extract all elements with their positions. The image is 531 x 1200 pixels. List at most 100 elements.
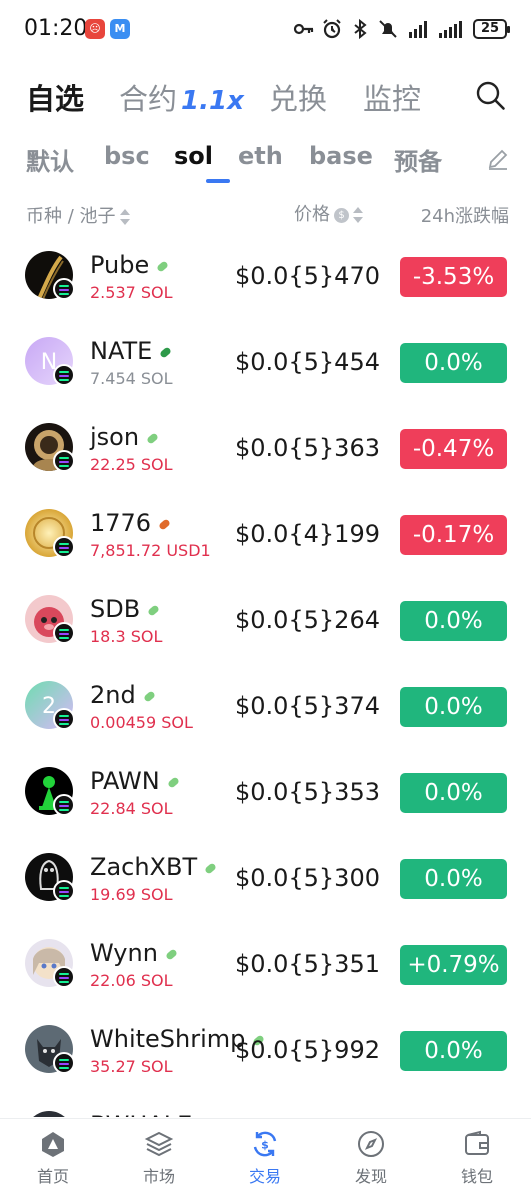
header-price: 价格 <box>294 204 330 225</box>
token-row[interactable]: ZachXBT 19.69 SOL $0.0{5}300 0.0% <box>0 835 531 921</box>
chain-tab-sol[interactable]: sol <box>174 142 213 170</box>
change-badge: 0.0% <box>400 601 507 641</box>
token-name: json <box>90 423 160 451</box>
chain-tab-bsc[interactable]: bsc <box>104 142 150 170</box>
token-name: Wynn <box>90 939 179 967</box>
token-row[interactable]: N NATE 7.454 SOL $0.0{5}454 0.0% <box>0 319 531 405</box>
change-badge: 0.0% <box>400 687 507 727</box>
chain-tabs: 默认 bsc sol eth base 预备 <box>26 138 511 188</box>
token-symbol: 1776 <box>90 509 152 537</box>
nav-market[interactable]: 市场 <box>124 1129 194 1187</box>
tab-watchlist[interactable]: 自选 <box>26 76 84 118</box>
token-symbol: Pube <box>90 251 150 279</box>
change-badge: 0.0% <box>400 343 507 383</box>
compass-icon <box>358 1131 384 1157</box>
pool-liquidity: 7,851.72 USD1 <box>90 541 211 560</box>
token-price: $0.0{5}992 <box>234 1036 380 1064</box>
header-coin-pool: 币种 / 池子 <box>26 206 116 227</box>
token-name: ZachXBT <box>90 853 218 881</box>
solana-chain-icon <box>53 708 75 730</box>
token-row[interactable]: Wynn 22.06 SOL $0.0{5}351 +0.79% <box>0 921 531 1007</box>
change-badge: 0.0% <box>400 773 507 813</box>
token-price: $0.0{5}363 <box>234 434 380 462</box>
sort-coin-pool[interactable]: 币种 / 池子 <box>26 202 130 228</box>
change-badge: -0.47% <box>400 429 507 469</box>
pill-tag-icon <box>205 863 216 873</box>
change-badge: -0.17% <box>400 515 507 555</box>
chain-tab-base[interactable]: base <box>309 142 373 170</box>
header-24h-change[interactable]: 24h涨跌幅 <box>421 202 509 228</box>
change-badge: -3.53% <box>400 257 507 297</box>
status-time: 01:20 <box>24 16 88 41</box>
token-row[interactable]: BWHALE <box>0 1093 531 1117</box>
pool-liquidity: 35.27 SOL <box>90 1057 173 1076</box>
sort-arrows-icon <box>353 207 363 223</box>
nav-trade[interactable]: $ 交易 <box>230 1129 300 1187</box>
pill-tag-icon <box>160 347 171 357</box>
token-avatar <box>25 1111 73 1117</box>
sort-price[interactable]: 价格 $ <box>294 200 363 226</box>
pill-tag-icon <box>157 261 168 271</box>
token-name: Pube <box>90 251 170 279</box>
status-bar: 01:20 ☹ M 25 <box>0 0 531 60</box>
nav-market-label: 市场 <box>142 1167 175 1186</box>
token-row[interactable]: SDB 18.3 SOL $0.0{5}264 0.0% <box>0 577 531 663</box>
currency-badge[interactable]: $ <box>334 207 349 223</box>
edit-icon[interactable] <box>485 146 511 172</box>
search-icon[interactable] <box>473 78 507 112</box>
swap-icon: $ <box>253 1131 277 1157</box>
nav-home[interactable]: 首页 <box>18 1129 88 1187</box>
bluetooth-icon <box>354 18 367 40</box>
nav-wallet[interactable]: 钱包 <box>442 1129 512 1187</box>
token-name: PAWN <box>90 767 181 795</box>
solana-chain-icon <box>53 536 75 558</box>
solana-chain-icon <box>53 622 75 644</box>
pool-liquidity: 22.06 SOL <box>90 971 173 990</box>
token-price: $0.0{4}199 <box>234 520 380 548</box>
nav-discover[interactable]: 发现 <box>336 1129 406 1187</box>
token-price: $0.0{5}351 <box>234 950 380 978</box>
notification-app-icon: M <box>110 19 130 39</box>
token-symbol: ZachXBT <box>90 853 198 881</box>
pill-tag-icon <box>147 433 158 443</box>
solana-chain-icon <box>53 450 75 472</box>
token-row[interactable]: json 22.25 SOL $0.0{5}363 -0.47% <box>0 405 531 491</box>
token-name: SDB <box>90 595 161 623</box>
whale-avatar <box>25 1111 73 1117</box>
token-symbol: PAWN <box>90 767 160 795</box>
layers-icon <box>144 1131 174 1157</box>
token-name: 2nd <box>90 681 157 709</box>
token-row[interactable]: 2 2nd 0.00459 SOL $0.0{5}374 0.0% <box>0 663 531 749</box>
token-price: $0.0{5}470 <box>234 262 380 290</box>
token-row[interactable]: 1776 7,851.72 USD1 $0.0{4}199 -0.17% <box>0 491 531 577</box>
solana-chain-icon <box>53 794 75 816</box>
nav-trade-label: 交易 <box>248 1167 281 1186</box>
solana-chain-icon <box>53 278 75 300</box>
token-price: $0.0{5}300 <box>234 864 380 892</box>
active-tab-indicator <box>206 179 230 183</box>
token-row[interactable]: WhiteShrimp 35.27 SOL $0.0{5}992 0.0% <box>0 1007 531 1093</box>
leverage-badge: 1.1x <box>181 86 244 116</box>
svg-text:$: $ <box>261 1139 269 1152</box>
chain-tab-default[interactable]: 默认 <box>26 142 74 177</box>
chain-tab-eth[interactable]: eth <box>238 142 283 170</box>
token-symbol: 2nd <box>90 681 136 709</box>
sort-arrows-icon <box>119 209 130 225</box>
key-icon <box>293 23 314 35</box>
token-symbol: WhiteShrimp <box>90 1025 246 1053</box>
signal-icon <box>439 21 462 38</box>
token-row[interactable]: PAWN 22.84 SOL $0.0{5}353 0.0% <box>0 749 531 835</box>
token-row[interactable]: Pube 2.537 SOL $0.0{5}470 -3.53% <box>0 233 531 319</box>
tab-monitor[interactable]: 监控 <box>363 76 421 118</box>
status-icons: 25 <box>293 17 510 41</box>
home-icon <box>42 1132 64 1157</box>
chain-tab-reserve[interactable]: 预备 <box>394 142 442 177</box>
change-badge: +0.79% <box>400 945 507 985</box>
alarm-icon <box>323 19 341 39</box>
tab-exchange[interactable]: 兑换 <box>269 76 327 118</box>
tab-contracts[interactable]: 合约 1.1x <box>119 76 244 118</box>
token-name: BWHALE <box>90 1111 213 1117</box>
token-price: $0.0{5}374 <box>234 692 380 720</box>
pill-tag-icon <box>166 949 177 959</box>
change-badge: 0.0% <box>400 1031 507 1071</box>
